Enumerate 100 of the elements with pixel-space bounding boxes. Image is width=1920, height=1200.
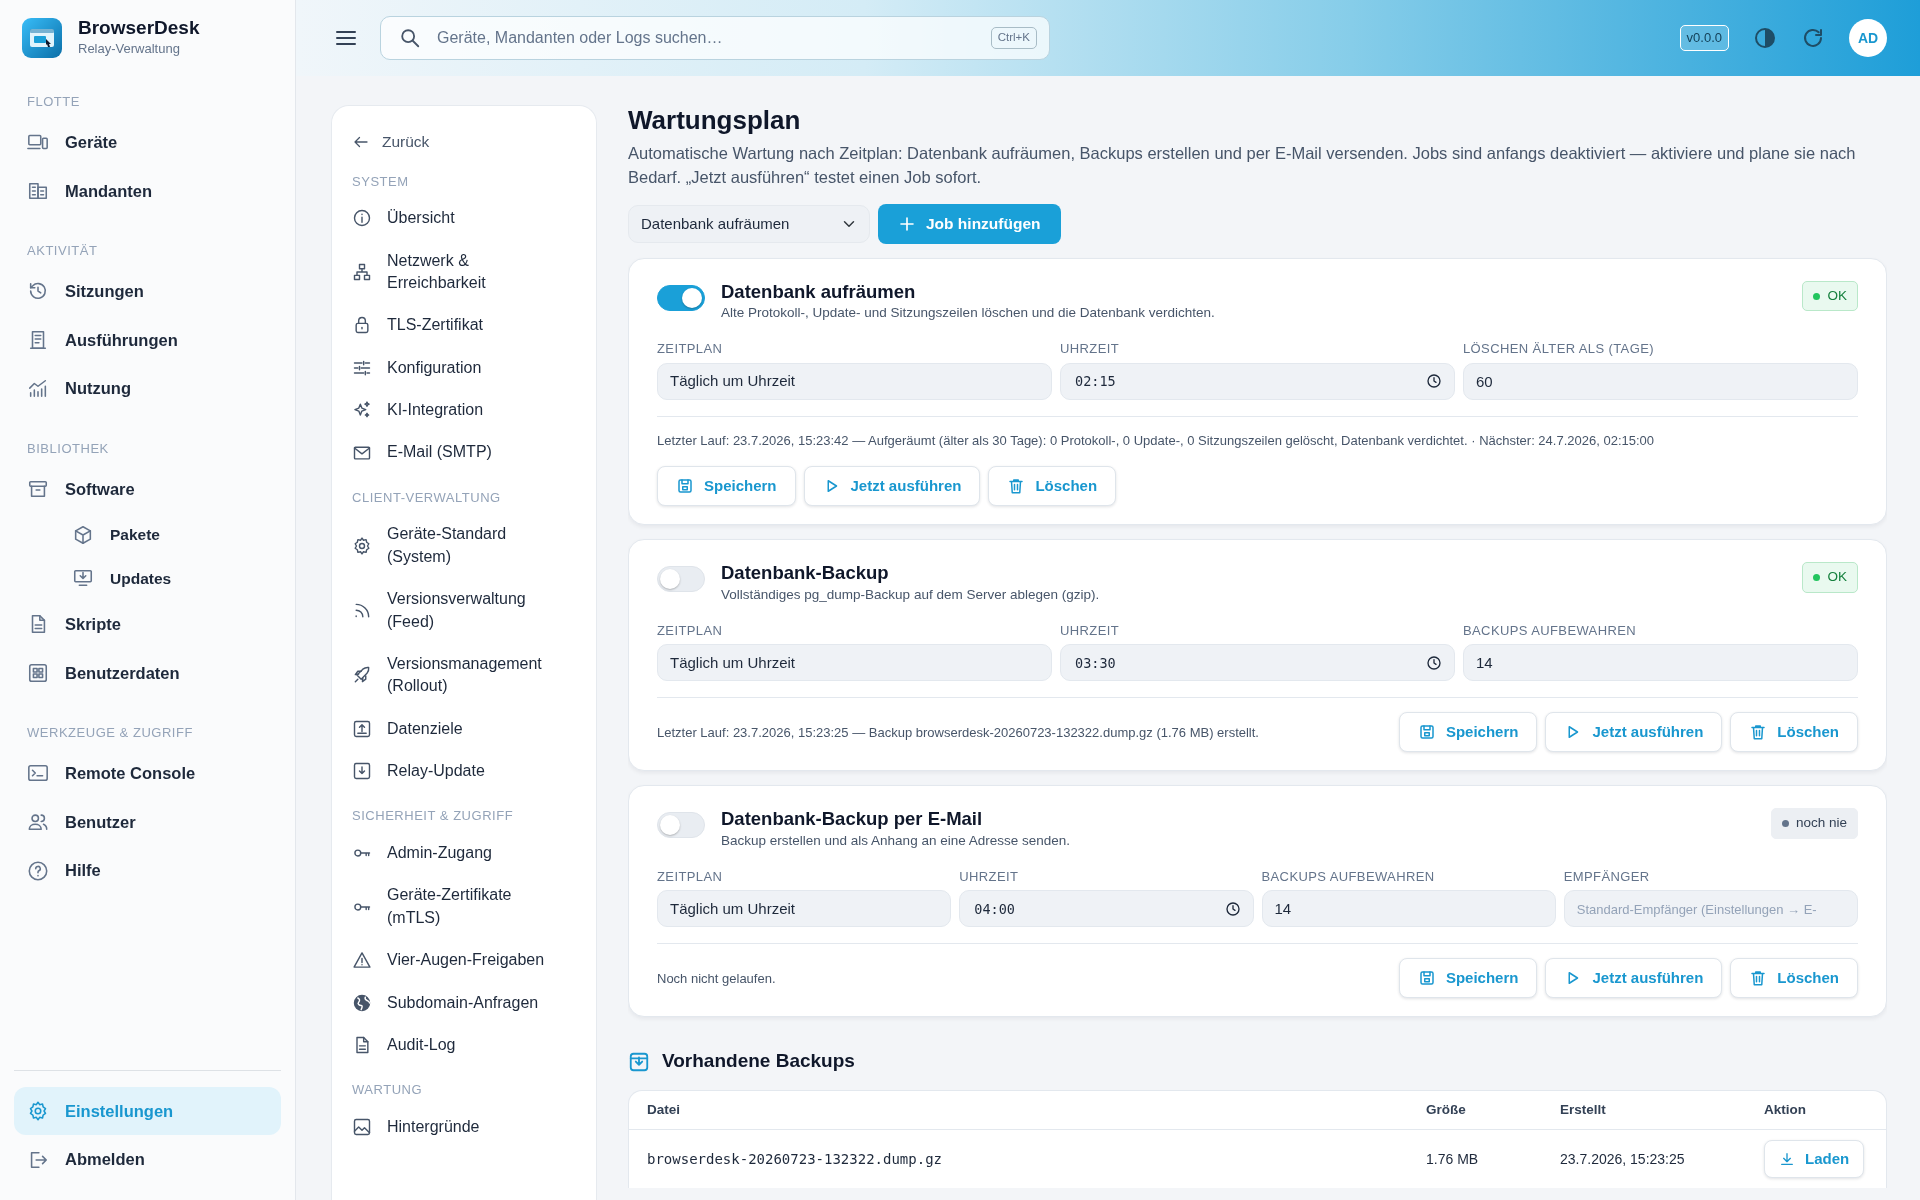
status-badge: noch nie <box>1770 808 1858 839</box>
schedule-select[interactable]: Täglich um Uhrzeit <box>657 890 952 928</box>
settings-nav-item[interactable]: Übersicht <box>352 197 576 240</box>
brand-subtitle: Relay-Verwaltung <box>78 39 181 58</box>
sidebar-item[interactable]: Nutzung <box>14 364 281 414</box>
download-icon <box>352 761 372 782</box>
sidebar-item[interactable]: Benutzerdaten <box>14 648 281 698</box>
logo-icon <box>22 18 62 59</box>
table-cell: 1.76 MB <box>1408 1129 1542 1189</box>
last-run-text: Letzter Lauf: 23.7.2026, 15:23:42 — Aufgeräumt (älter als 30 Tage): 0 Protokoll-, 0 Update-, 0 Sitzungszeilen gelöscht, Datenbank verdichtet. · Nächster: 24.7.2026, 02:15:00 <box>657 431 1656 450</box>
input-field[interactable]: Standard-Empfänger (Einstellungen → E- <box>1563 890 1858 928</box>
clock-icon <box>1426 373 1442 390</box>
table-cell: 23.7.2026, 15:23:25 <box>1542 1129 1746 1189</box>
section-heading: AKTIVITÄT <box>26 242 99 261</box>
sidebar-item[interactable]: Skripte <box>14 599 281 649</box>
input-field[interactable]: 60 <box>1463 362 1858 400</box>
download-icon <box>1779 1151 1795 1168</box>
sidebar-item[interactable]: Updates <box>14 556 281 600</box>
settings-nav-item[interactable]: Hintergründe <box>352 1105 576 1149</box>
settings-nav-item[interactable]: Netzwerk & Erreichbarkeit <box>352 239 576 305</box>
globe-icon <box>352 992 372 1013</box>
schedule-select[interactable]: Täglich um Uhrzeit <box>657 362 1052 400</box>
sidebar-item[interactable]: Pakete <box>14 513 281 557</box>
job-description: Backup erstellen und als Anhang an eine Adresse senden. <box>721 831 1071 850</box>
image-icon <box>352 1117 372 1137</box>
sidebar-item[interactable]: Ausführungen <box>14 315 281 365</box>
column-header: Datei <box>629 1090 1408 1130</box>
settings-nav-item[interactable]: Geräte-Zertifikate (mTLS) <box>352 874 576 940</box>
sidebar-item[interactable]: Abmelden <box>14 1135 281 1184</box>
section-heading: FLOTTE <box>26 93 81 112</box>
section-heading: WERKZEUGE & ZUGRIFF <box>26 724 194 743</box>
time-input[interactable]: 03:30 <box>1073 651 1426 675</box>
field-label: ZEITPLAN <box>657 867 724 886</box>
settings-nav-item[interactable]: Relay-Update <box>352 750 576 793</box>
schedule-select[interactable]: Täglich um Uhrzeit <box>657 644 1052 682</box>
settings-nav-item[interactable]: Geräte-Standard (System) <box>352 513 576 579</box>
time-input[interactable]: 02:15 <box>1073 370 1426 393</box>
trash-icon <box>1749 969 1768 988</box>
brand-name: BrowserDesk <box>78 18 200 39</box>
section-heading: CLIENT-VERWALTUNG <box>352 488 502 507</box>
time-field[interactable]: 02:15 <box>1060 362 1455 400</box>
save-icon <box>676 477 694 496</box>
download-icon <box>628 1050 650 1073</box>
archive-icon <box>27 478 49 500</box>
settings-icon <box>27 1099 49 1122</box>
time-field[interactable]: 04:00 <box>959 890 1254 928</box>
info-icon <box>352 208 372 229</box>
sidebar-item[interactable]: Remote Console <box>14 748 281 798</box>
settings-nav-item[interactable]: Admin-Zugang <box>352 832 576 875</box>
job-title: Datenbank aufräumen <box>721 281 917 304</box>
shortcut-hint: Ctrl+K <box>990 27 1037 49</box>
settings-nav-item[interactable]: Subdomain-Anfragen <box>352 981 576 1024</box>
contrast-icon[interactable] <box>1753 25 1777 51</box>
toggle-switch[interactable] <box>657 285 705 312</box>
settings-nav-item[interactable]: Versionsmanagement (Rollout) <box>352 642 576 708</box>
sidebar-item[interactable]: Hilfe <box>14 846 281 896</box>
settings-nav-item[interactable]: Vier-Augen-Freigaben <box>352 939 576 982</box>
section-heading: SYSTEM <box>352 172 410 191</box>
sidebar-item[interactable]: Software <box>14 464 281 514</box>
last-run-text: Noch nicht gelaufen. <box>657 969 776 988</box>
section-heading: WARTUNG <box>352 1081 424 1100</box>
field-label: ZEITPLAN <box>657 340 724 359</box>
section-title: Vorhandene Backups <box>662 1049 855 1074</box>
document-icon <box>27 329 49 351</box>
settings-nav-item[interactable]: Datenziele <box>352 707 576 751</box>
last-run-text: Letzter Lauf: 23.7.2026, 15:23:25 — Backup browserdesk-20260723-132322.dump.gz (1.76 MB) erstellt. <box>657 723 1259 742</box>
field-label: ZEITPLAN <box>657 621 724 640</box>
input-field[interactable]: 14 <box>1463 644 1858 682</box>
chart-icon <box>27 377 49 400</box>
search-input[interactable]: Geräte, Mandanten oder Logs suchen… <box>435 25 977 51</box>
job-type-select[interactable]: Datenbank aufräumen <box>628 205 870 244</box>
field-label: BACKUPS AUFBEWAHREN <box>1463 621 1638 640</box>
sidebar-item[interactable]: Mandanten <box>14 166 281 216</box>
time-input[interactable]: 04:00 <box>972 897 1225 920</box>
sidebar-item[interactable]: Benutzer <box>14 797 281 847</box>
upload-icon <box>352 718 372 739</box>
field-label: UHRZEIT <box>1060 340 1121 359</box>
time-field[interactable]: 03:30 <box>1060 644 1455 682</box>
page-description: Automatische Wartung nach Zeitplan: Datenbank aufräumen, Backups erstellen und per E-Mail versenden. Jobs sind anfangs deaktiviert — aktiviere und plane sie nach Bedarf. „Jetzt ausführen“ testet einen Job sofort. <box>628 143 1857 189</box>
status-dot <box>1813 292 1821 300</box>
lock-icon <box>352 315 372 336</box>
column-header: Größe <box>1408 1090 1542 1130</box>
settings-nav-item[interactable]: Audit-Log <box>352 1023 576 1067</box>
field-label: BACKUPS AUFBEWAHREN <box>1261 867 1436 886</box>
column-header: Aktion <box>1746 1090 1886 1130</box>
save-icon <box>1417 969 1436 988</box>
input-field[interactable]: 14 <box>1261 890 1556 928</box>
settings-nav-item[interactable]: Versionsverwaltung (Feed) <box>352 578 576 643</box>
settings-nav-item[interactable]: TLS-Zertifikat <box>352 304 576 347</box>
field-label: UHRZEIT <box>1060 621 1121 640</box>
search-field[interactable]: Geräte, Mandanten oder Logs suchen… Ctrl+K <box>380 16 1050 60</box>
settings-nav-item[interactable]: E-Mail (SMTP) <box>352 431 576 474</box>
sidebar-item[interactable]: Sitzungen <box>14 266 281 316</box>
back-link[interactable]: Zurück <box>352 122 438 154</box>
settings-nav-item[interactable]: KI-Integration <box>352 389 576 432</box>
sidebar-item[interactable]: Geräte <box>14 117 281 167</box>
settings-nav-item[interactable]: Konfiguration <box>352 346 576 390</box>
save-icon <box>1417 723 1436 742</box>
field-label: UHRZEIT <box>959 867 1020 886</box>
search-icon <box>399 27 421 49</box>
